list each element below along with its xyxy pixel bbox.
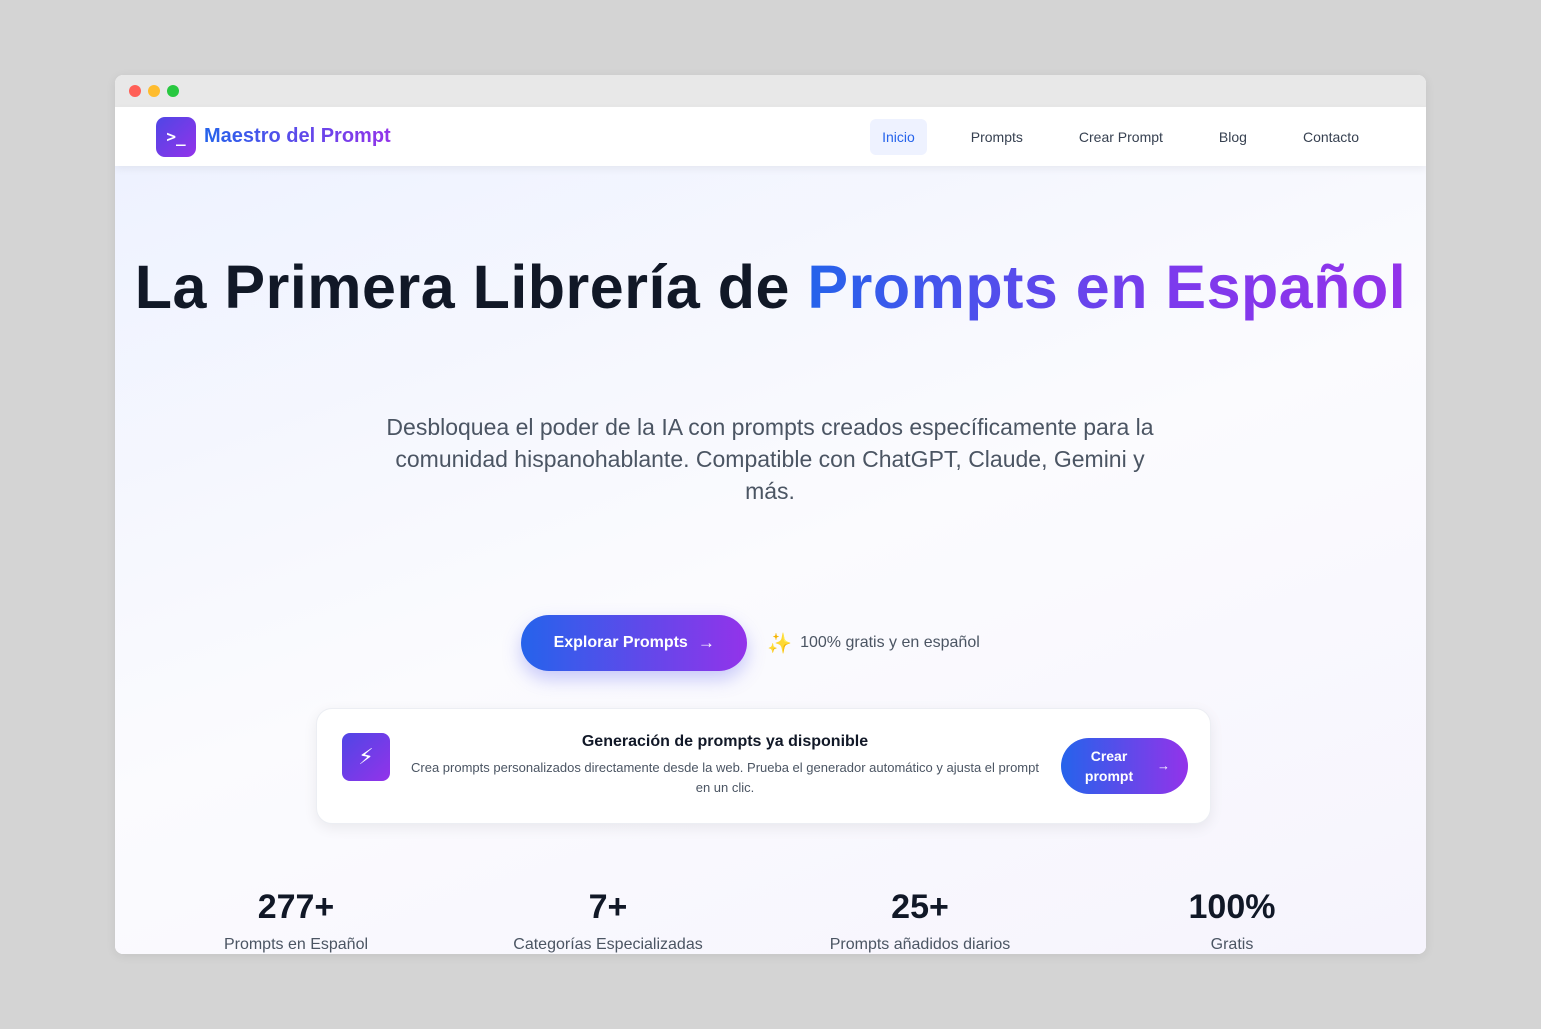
nav-link-inicio[interactable]: Inicio	[870, 118, 927, 155]
stat-daily: 25+ Prompts añadidos diarios	[764, 887, 1076, 954]
maximize-window-dot[interactable]	[167, 85, 179, 97]
close-window-dot[interactable]	[129, 85, 141, 97]
nav-link-blog[interactable]: Blog	[1207, 119, 1259, 155]
arrow-right-icon: →	[697, 633, 715, 652]
stat-label: Categorías Especializadas	[513, 936, 703, 953]
sparkles-icon: ✨	[767, 632, 793, 655]
stat-value: 100%	[1188, 888, 1276, 926]
create-prompt-label: Crear prompt	[1084, 748, 1134, 784]
free-note-text: 100% gratis y en español	[800, 634, 980, 651]
hero-title-plain: La Primera Librería de	[134, 253, 808, 321]
site-navbar: >_ Maestro del Prompt Inicio Prompts Cre…	[115, 107, 1426, 166]
window-title-bar	[115, 75, 1426, 107]
stat-label: Prompts en Español	[223, 936, 369, 953]
cta-row: Explorar Prompts → ✨ 100% gratis y en es…	[115, 615, 1426, 671]
stat-label: Prompts añadidos diarios	[829, 936, 1011, 953]
free-note: ✨ 100% gratis y en español	[767, 631, 980, 656]
stat-value: 25+	[891, 888, 949, 926]
create-prompt-button[interactable]: Crear prompt →	[1061, 738, 1188, 794]
stats-row: 277+ Prompts en Español 7+ Categorías Es…	[115, 887, 1426, 954]
nav-link-contacto[interactable]: Contacto	[1291, 119, 1371, 155]
stat-categories: 7+ Categorías Especializadas	[452, 887, 764, 954]
nav-link-prompts[interactable]: Prompts	[959, 119, 1035, 155]
hero-title-highlight: Prompts en Español	[807, 253, 1407, 321]
hero-title: La Primera Librería de Prompts en Españo…	[115, 250, 1426, 324]
generator-promo-card: ⚡ Generación de prompts ya disponible Cr…	[316, 708, 1211, 824]
logo-glyph: >_	[166, 127, 186, 146]
stat-label: Gratis	[1210, 936, 1254, 953]
promo-description: Crea prompts personalizados directamente…	[411, 760, 1039, 795]
arrow-right-icon: →	[1157, 758, 1170, 773]
stat-value: 7+	[588, 888, 628, 926]
minimize-window-dot[interactable]	[148, 85, 160, 97]
brand-name: Maestro del Prompt	[204, 125, 391, 147]
brand-link[interactable]: >_ Maestro del Prompt	[156, 116, 391, 157]
stat-prompts: 277+ Prompts en Español	[140, 887, 452, 954]
lightning-icon: ⚡	[342, 733, 390, 781]
terminal-logo-icon: >_	[156, 116, 196, 157]
promo-text: Generación de prompts ya disponible Crea…	[405, 733, 1045, 798]
hero-section: La Primera Librería de Prompts en Españo…	[115, 166, 1426, 954]
stat-value: 277+	[257, 888, 335, 926]
stat-free: 100% Gratis	[1076, 887, 1388, 954]
nav-links: Inicio Prompts Crear Prompt Blog Contact…	[870, 118, 1371, 155]
explore-prompts-label: Explorar Prompts	[553, 634, 688, 651]
promo-title: Generación de prompts ya disponible	[581, 733, 869, 750]
hero-subtitle: Desbloquea el poder de la IA con prompts…	[386, 414, 1154, 504]
browser-window: >_ Maestro del Prompt Inicio Prompts Cre…	[115, 75, 1426, 954]
nav-link-crear-prompt[interactable]: Crear Prompt	[1067, 119, 1175, 155]
explore-prompts-button[interactable]: Explorar Prompts →	[521, 615, 748, 671]
